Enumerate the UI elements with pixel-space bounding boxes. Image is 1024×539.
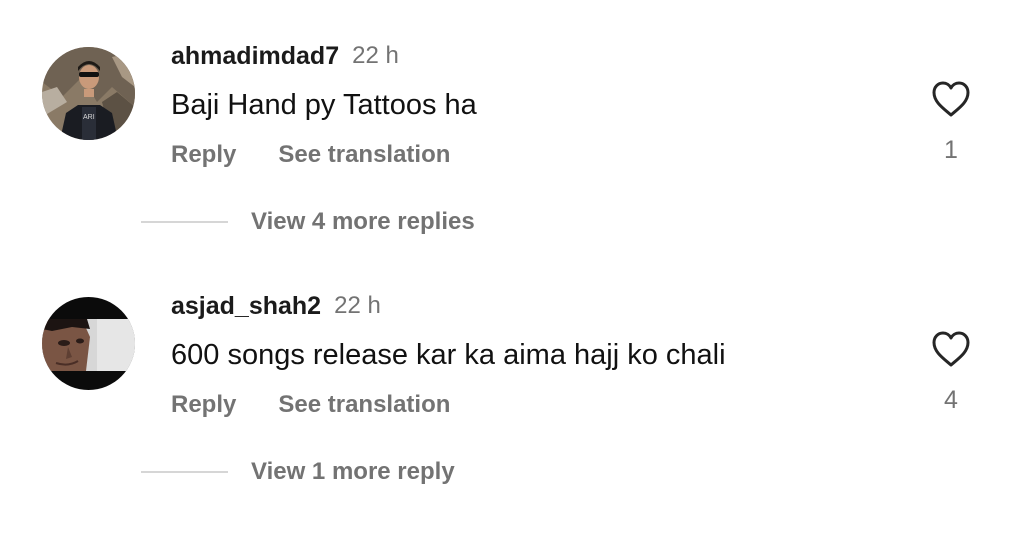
shirt-print: ARI: [83, 114, 95, 121]
comment-actions: Reply See translation: [171, 139, 450, 171]
comment-text: 600 songs release kar ka aima hajj ko ch…: [171, 339, 726, 371]
see-translation-button[interactable]: See translation: [278, 141, 450, 169]
like-count: 4: [944, 386, 958, 414]
avatar-photo: ARI: [42, 47, 135, 140]
replies-divider-line: [141, 471, 228, 473]
replies-divider-line: [141, 221, 228, 223]
view-replies-label[interactable]: View 4 more replies: [251, 208, 475, 236]
reply-button[interactable]: Reply: [171, 391, 236, 419]
view-replies-label[interactable]: View 1 more reply: [251, 458, 455, 486]
comment-header: ahmadimdad7 22 h: [171, 40, 399, 72]
username-link[interactable]: ahmadimdad7: [171, 42, 339, 71]
heart-outline-icon[interactable]: [931, 330, 971, 368]
view-replies-button[interactable]: View 4 more replies: [141, 206, 475, 238]
comment-actions: Reply See translation: [171, 389, 450, 421]
heart-outline-icon[interactable]: [931, 80, 971, 118]
like-count: 1: [944, 136, 958, 164]
user-avatar[interactable]: ARI: [42, 47, 135, 140]
avatar-photo: [42, 297, 135, 390]
comment-text: Baji Hand py Tattoos ha: [171, 89, 477, 121]
user-avatar[interactable]: [42, 297, 135, 390]
comment-header: asjad_shah2 22 h: [171, 290, 381, 322]
username-link[interactable]: asjad_shah2: [171, 292, 321, 321]
comment-timestamp: 22 h: [334, 292, 381, 319]
reply-button[interactable]: Reply: [171, 141, 236, 169]
view-replies-button[interactable]: View 1 more reply: [141, 456, 455, 488]
see-translation-button[interactable]: See translation: [278, 391, 450, 419]
comment-timestamp: 22 h: [352, 42, 399, 69]
